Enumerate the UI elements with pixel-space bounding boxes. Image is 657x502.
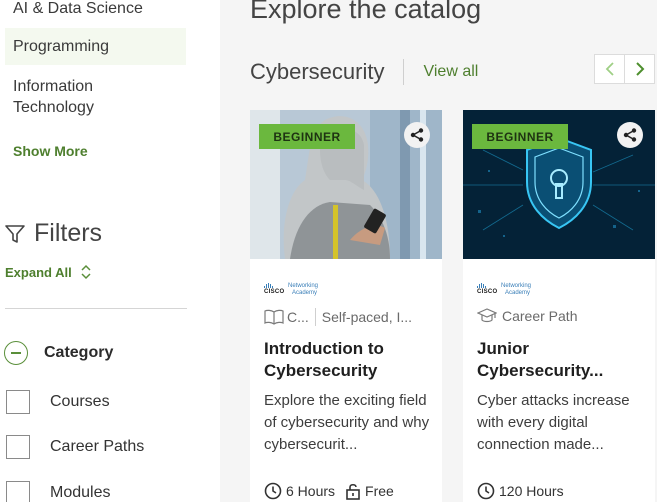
view-all-link[interactable]: View all (423, 63, 478, 81)
expand-all-label: Expand All (5, 264, 72, 280)
filter-option-courses[interactable]: Courses (6, 390, 110, 414)
course-meta: Career Path (477, 308, 577, 324)
filter-icon (5, 224, 25, 243)
filter-option-modules[interactable]: Modules (6, 481, 110, 502)
course-card[interactable]: BEGINNER CISCO Networking Academy C... S… (250, 110, 442, 502)
filters-heading: Filters (4, 219, 102, 248)
provider-name: CISCO (477, 289, 498, 295)
carousel-next-button[interactable] (624, 54, 655, 84)
minus-circle-icon (4, 341, 28, 365)
course-title[interactable]: Introduction to Cybersecurity (264, 338, 436, 382)
duration: 120 Hours (477, 482, 564, 500)
filter-option-label: Modules (50, 484, 111, 501)
section-header: Cybersecurity View all (250, 59, 478, 85)
chevron-up-down-icon (81, 264, 91, 280)
level-badge: BEGINNER (472, 124, 568, 149)
page-title: Explore the catalog (250, 0, 482, 24)
meta-divider (314, 308, 316, 326)
carousel-prev-button[interactable] (594, 54, 625, 84)
expand-all-button[interactable]: Expand All (5, 264, 93, 280)
share-button[interactable] (404, 122, 430, 148)
duration-label: 6 Hours (286, 483, 336, 499)
section-title: Cybersecurity (250, 59, 385, 84)
course-pacing: Self-paced, I... (321, 309, 413, 325)
checkbox[interactable] (6, 435, 30, 459)
provider-name: CISCO (264, 289, 285, 295)
provider-logo: CISCO Networking Academy (477, 283, 531, 296)
clock-icon (264, 482, 282, 500)
book-icon (264, 309, 284, 325)
filter-option-label: Career Paths (50, 438, 145, 455)
course-card[interactable]: BEGINNER CISCO Networking Academy Career… (463, 110, 655, 502)
chevron-left-icon (605, 62, 614, 76)
topic-information-technology[interactable]: Information Technology (5, 76, 125, 118)
duration: 6 Hours (264, 482, 335, 500)
filter-option-career-paths[interactable]: Career Paths (6, 435, 144, 459)
provider-sub-2: Academy (292, 290, 318, 296)
provider-sub-1: Networking (501, 283, 532, 289)
course-description: Cyber attacks increase with every digita… (477, 392, 630, 453)
provider-sub-1: Networking (288, 283, 319, 289)
sidebar-divider (5, 308, 187, 309)
course-description: Explore the exciting field of cybersecur… (264, 392, 430, 453)
course-type: C... (287, 309, 309, 325)
share-icon (410, 128, 424, 142)
filters-label: Filters (34, 219, 103, 247)
course-image: BEGINNER (463, 110, 655, 259)
show-more-link[interactable]: Show More (13, 143, 88, 159)
provider-logo: CISCO Networking Academy (264, 283, 318, 296)
provider-sub-2: Academy (505, 290, 531, 296)
topic-ai-data-science[interactable]: AI & Data Science (5, 0, 186, 19)
course-type: Career Path (502, 308, 578, 324)
catalog-main: Explore the catalog Cybersecurity View a… (220, 0, 657, 502)
price-label: Free (365, 483, 394, 499)
filter-option-label: Courses (50, 393, 110, 410)
course-image: BEGINNER (250, 110, 442, 259)
share-button[interactable] (617, 122, 643, 148)
category-label: Category (44, 344, 114, 361)
category-toggle[interactable]: Category (4, 341, 113, 365)
course-title[interactable]: Junior Cybersecurity... (477, 338, 649, 382)
lock-icon (346, 483, 360, 500)
price: Free (345, 482, 394, 500)
checkbox[interactable] (6, 481, 30, 502)
share-icon (623, 128, 637, 142)
chevron-right-icon (635, 62, 644, 76)
graduation-cap-icon (477, 308, 497, 323)
level-badge: BEGINNER (259, 124, 355, 149)
duration-label: 120 Hours (499, 483, 564, 499)
clock-icon (477, 482, 495, 500)
course-meta: C... Self-paced, I... (264, 308, 412, 326)
topic-programming[interactable]: Programming (5, 28, 186, 65)
course-footer: 6 Hours Free (264, 482, 394, 500)
course-footer: 120 Hours (477, 482, 564, 500)
section-divider (403, 59, 405, 85)
checkbox[interactable] (6, 390, 30, 414)
sidebar: AI & Data Science Programming Informatio… (0, 0, 190, 502)
